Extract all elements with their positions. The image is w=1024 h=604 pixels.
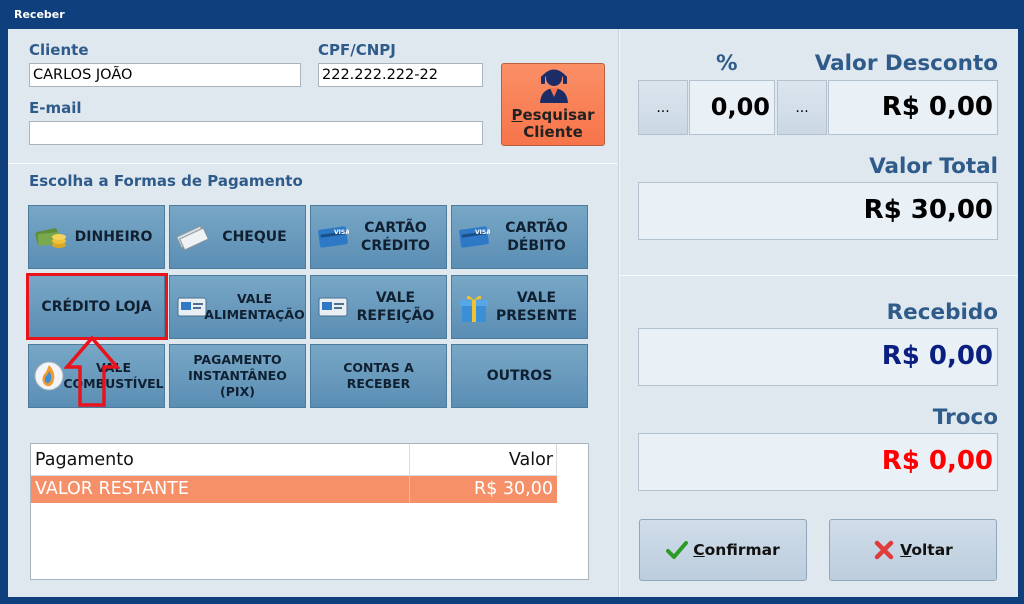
food-card-icon [317, 292, 349, 327]
pay-vale-combustivel-button[interactable]: VALE COMBUSTÍVEL [28, 344, 165, 408]
close-icon [874, 540, 894, 560]
check-icon [176, 222, 209, 257]
grid-header-pagamento: Pagamento [35, 450, 134, 470]
cliente-input[interactable]: CARLOS JOÃO [29, 63, 301, 87]
credit-card-icon: VISA [317, 222, 350, 257]
payments-grid[interactable]: Pagamento Valor VALOR RESTANTE R$ 30,00 [30, 443, 589, 580]
cpf-input[interactable]: 222.222.222-22 [318, 63, 483, 87]
pay-vale-presente-label: VALE PRESENTE [495, 290, 578, 324]
valor-total-label: Valor Total [869, 154, 998, 179]
valor-desconto-value: R$ 0,00 [881, 92, 993, 122]
pay-contas-receber-button[interactable]: CONTAS A RECEBER [310, 344, 447, 408]
pay-vale-presente-button[interactable]: VALE PRESENTE [451, 275, 588, 339]
left-section-divider [8, 163, 618, 164]
recebido-value: R$ 0,00 [881, 341, 993, 371]
gift-icon [458, 292, 490, 329]
percent-box[interactable]: 0,00 [689, 80, 775, 135]
valor-total-value: R$ 30,00 [863, 195, 993, 225]
pay-dinheiro-label: DINHEIRO [74, 229, 153, 245]
svg-text:VISA: VISA [334, 229, 349, 236]
grid-header-valor: Valor [508, 450, 553, 470]
pay-outros-label: OUTROS [486, 368, 553, 384]
percent-value: 0,00 [710, 93, 770, 121]
pay-cartao-credito-button[interactable]: VISA CARTÃO CRÉDITO [310, 205, 447, 269]
window-title: Receber [14, 8, 65, 21]
debit-card-icon: VISA [458, 222, 491, 257]
checkmark-icon [666, 541, 689, 559]
search-client-label-line2: Cliente [523, 123, 583, 141]
recebido-box[interactable]: R$ 0,00 [638, 328, 998, 386]
pay-cartao-debito-label: CARTÃO DÉBITO [505, 220, 568, 254]
confirm-label: Confirmar [693, 541, 780, 559]
grid-header: Pagamento Valor [31, 444, 557, 476]
percent-label: % [716, 51, 738, 76]
pay-vale-refeicao-button[interactable]: VALE REFEIÇÃO [310, 275, 447, 339]
pay-vale-alimentacao-label: VALE ALIMENTAÇÃO [204, 291, 305, 322]
grid-cell-valor: R$ 30,00 [474, 479, 553, 499]
pay-dinheiro-button[interactable]: DINHEIRO [28, 205, 165, 269]
svg-text:VISA: VISA [475, 229, 490, 236]
troco-value: R$ 0,00 [881, 446, 993, 476]
percent-dots-button[interactable]: ... [638, 80, 688, 135]
grid-cell-pagamento: VALOR RESTANTE [35, 479, 189, 499]
pay-contas-receber-label: CONTAS A RECEBER [343, 360, 414, 391]
pay-cartao-debito-button[interactable]: VISA CARTÃO DÉBITO [451, 205, 588, 269]
pay-pix-button[interactable]: PAGAMENTO INSTANTÂNEO (PIX) [169, 344, 306, 408]
cpf-label: CPF/CNPJ [318, 41, 396, 59]
email-label: E-mail [29, 99, 82, 117]
troco-box: R$ 0,00 [638, 433, 998, 491]
table-row[interactable]: VALOR RESTANTE R$ 30,00 [31, 476, 557, 503]
valor-desconto-label: Valor Desconto [814, 51, 998, 76]
pay-cheque-label: CHEQUE [222, 229, 287, 245]
pay-vale-alimentacao-button[interactable]: VALE ALIMENTAÇÃO [169, 275, 306, 339]
user-support-icon [539, 67, 569, 109]
valor-total-box: R$ 30,00 [638, 182, 998, 240]
money-icon [35, 222, 67, 257]
email-input[interactable] [29, 121, 483, 145]
pay-pix-label: PAGAMENTO INSTANTÂNEO (PIX) [188, 352, 287, 399]
back-label: Voltar [900, 541, 953, 559]
pay-vale-refeicao-label: VALE REFEIÇÃO [356, 290, 435, 324]
discount-box[interactable]: R$ 0,00 [828, 80, 998, 135]
window-content: Cliente CARLOS JOÃO CPF/CNPJ 222.222.222… [8, 29, 1018, 597]
title-bar: Receber [0, 0, 1024, 29]
receber-window: Receber Cliente CARLOS JOÃO CPF/CNPJ 222… [0, 0, 1024, 604]
back-button[interactable]: Voltar [829, 519, 997, 581]
meal-card-icon [176, 292, 208, 327]
troco-label: Troco [932, 405, 998, 430]
vertical-divider [618, 29, 620, 597]
pay-credito-loja-button[interactable]: CRÉDITO LOJA [28, 275, 165, 339]
search-client-label-line1: Pesquisar [511, 106, 595, 124]
pay-cheque-button[interactable]: CHEQUE [169, 205, 306, 269]
discount-dots-button[interactable]: ... [777, 80, 827, 135]
cliente-label: Cliente [29, 41, 89, 59]
fuel-icon [33, 359, 65, 398]
payment-heading: Escolha a Formas de Pagamento [29, 172, 303, 190]
pay-credito-loja-label: CRÉDITO LOJA [41, 299, 152, 315]
right-section-divider [620, 275, 1018, 276]
pay-outros-button[interactable]: OUTROS [451, 344, 588, 408]
pay-cartao-credito-label: CARTÃO CRÉDITO [361, 220, 430, 254]
confirm-button[interactable]: Confirmar [639, 519, 807, 581]
search-client-button[interactable]: Pesquisar Cliente [501, 63, 605, 146]
pay-vale-combustivel-label: VALE COMBUSTÍVEL [63, 360, 164, 391]
recebido-label: Recebido [886, 300, 998, 325]
